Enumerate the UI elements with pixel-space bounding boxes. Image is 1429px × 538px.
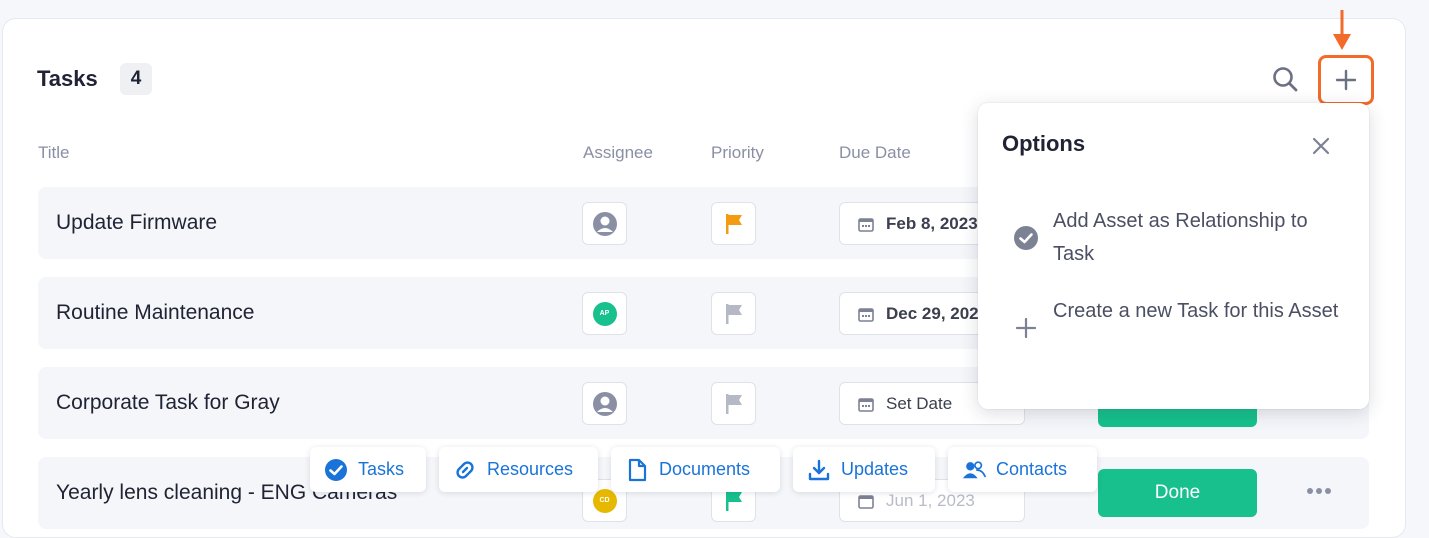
task-title[interactable]: Update Firmware [56,211,217,235]
calendar-icon [858,494,874,509]
priority-button[interactable] [711,202,756,245]
create-new-task-option[interactable]: Create a new Task for this Asset [1008,295,1348,361]
tab-label: Resources [487,459,574,479]
close-icon [1312,137,1330,155]
task-title[interactable]: Corporate Task for Gray [56,391,280,415]
arrow-down-annotation [1333,10,1351,50]
option-label: Create a new Task for this Asset [1053,300,1339,322]
plus-icon [1335,69,1357,91]
orange-flag-icon [725,213,742,234]
tab-label: Tasks [358,459,405,479]
assignee-button[interactable] [582,202,627,245]
check-circle-icon [1014,226,1038,250]
gray-flag-icon [725,393,742,414]
placeholder-user-icon [592,211,617,236]
column-header-title: Title [38,143,70,162]
more-horizontal-icon [1307,488,1331,494]
due-date-text: Set Date [886,393,953,413]
tab-label: Updates [841,459,909,479]
tab-label: Documents [659,459,751,479]
tab-documents[interactable]: Documents [611,447,780,492]
close-button[interactable] [1308,133,1334,159]
tab-label: Contacts [996,459,1068,479]
contacts-icon [962,458,986,482]
due-date-text: Dec 29, 2023 [886,303,989,323]
column-header-assignee: Assignee [583,143,653,162]
priority-button[interactable] [711,382,756,425]
tab-tasks[interactable]: Tasks [310,447,426,492]
download-icon [807,458,831,482]
avatar: AP [592,301,617,326]
option-label: Add Asset as Relationship to Task [1053,210,1308,265]
add-button[interactable] [1318,55,1374,105]
task-count-badge: 4 [120,63,152,95]
popover-title: Options [1002,131,1086,156]
status-label: Done [1154,482,1201,503]
document-icon [625,458,649,482]
calendar-icon [858,397,874,412]
tab-resources[interactable]: Resources [439,447,598,492]
options-popover: Options Add Asset as Relationship to Tas… [978,103,1369,409]
due-date-text: Jun 1, 2023 [886,490,975,510]
avatar: CD [592,488,617,513]
link-icon [453,458,477,482]
assignee-button[interactable]: AP [582,292,627,335]
assignee-button[interactable] [582,382,627,425]
calendar-icon [858,217,874,232]
search-button[interactable] [1270,64,1300,94]
green-flag-icon [725,490,742,511]
add-asset-relationship-option[interactable]: Add Asset as Relationship to Task [1008,205,1348,271]
calendar-icon [858,307,874,322]
search-icon [1273,67,1298,92]
page-title: Tasks [37,66,98,91]
gray-flag-icon [725,303,742,324]
check-circle-icon [324,458,348,482]
priority-button[interactable] [711,292,756,335]
tab-updates[interactable]: Updates [793,447,935,492]
tab-contacts[interactable]: Contacts [948,447,1097,492]
more-options-button[interactable] [1304,479,1334,503]
column-header-due-date: Due Date [839,143,911,162]
plus-icon [1015,317,1037,339]
placeholder-user-icon [592,391,617,416]
task-title[interactable]: Routine Maintenance [56,301,254,325]
due-date-text: Feb 8, 2023 [886,213,978,233]
column-header-priority: Priority [711,143,764,162]
